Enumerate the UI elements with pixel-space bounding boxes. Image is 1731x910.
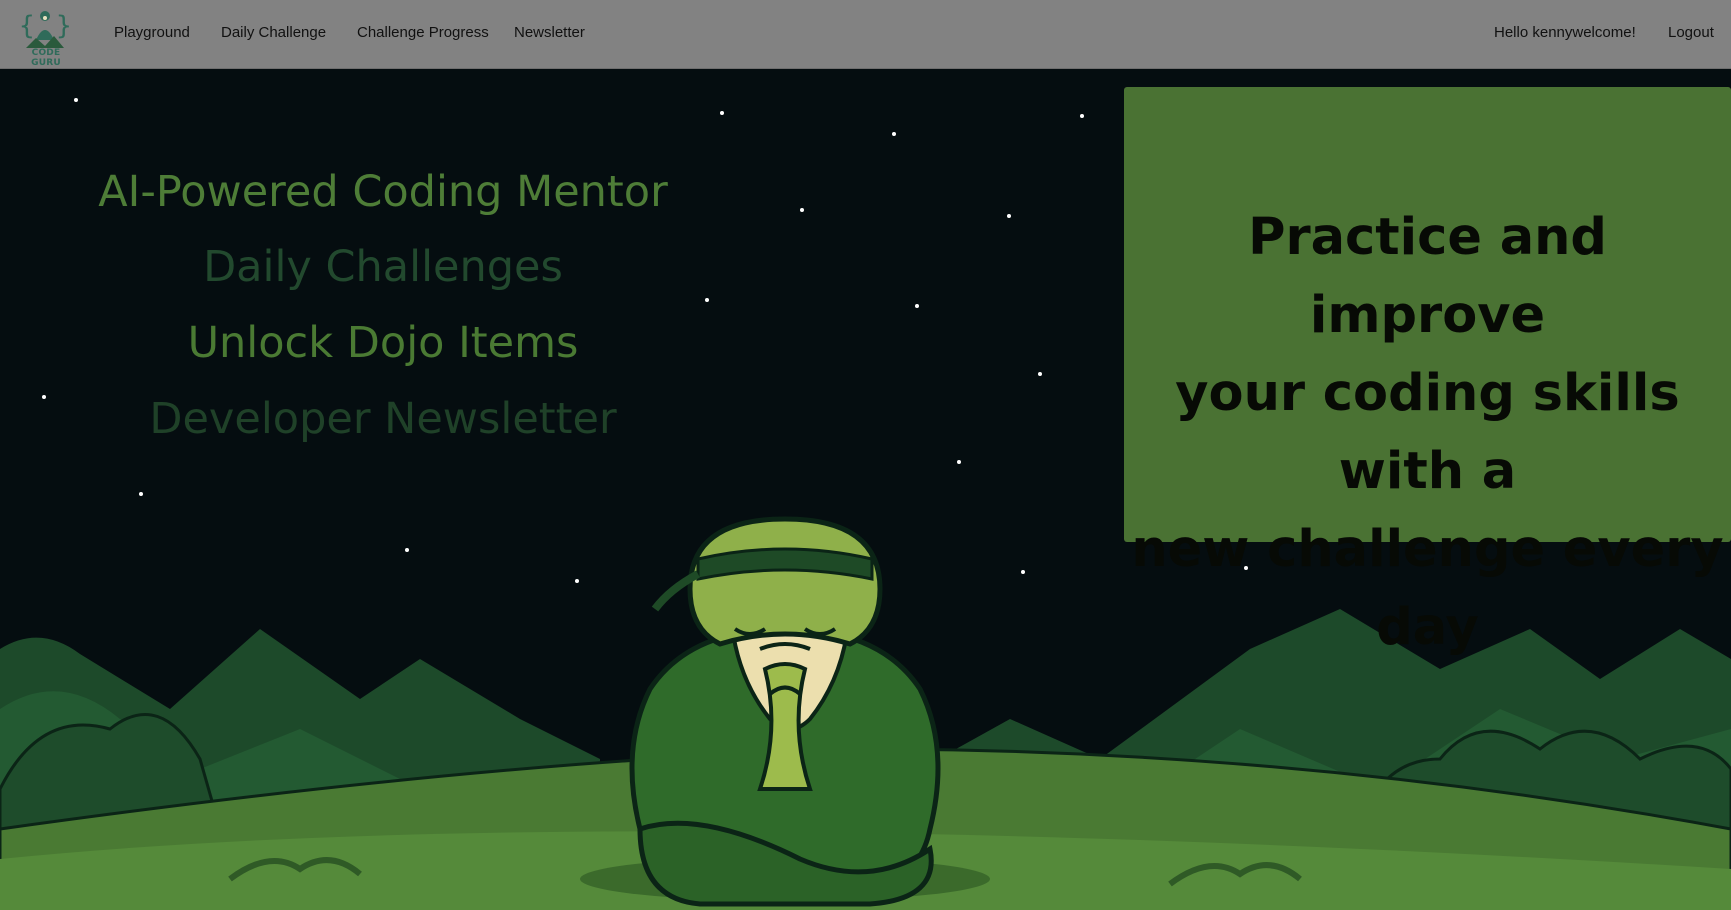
star: [705, 298, 709, 302]
hero-section: AI-Powered Coding Mentor Daily Challenge…: [0, 69, 1731, 910]
promo-line: your coding skills with a: [1175, 364, 1680, 501]
logo-text: CODE GURU: [31, 48, 61, 68]
svg-text:}: }: [56, 11, 72, 41]
svg-text:{: {: [19, 11, 35, 41]
promo-line: Practice and improve: [1248, 208, 1607, 345]
star: [575, 579, 579, 583]
star: [1007, 214, 1011, 218]
promo-text: Practice and improve your coding skills …: [1124, 199, 1731, 667]
star: [74, 98, 78, 102]
nav-link-playground[interactable]: Playground: [114, 24, 190, 41]
star: [1080, 114, 1084, 118]
star: [800, 208, 804, 212]
user-greeting: Hello kennywelcome!: [1494, 24, 1636, 41]
star: [720, 111, 724, 115]
star: [892, 132, 896, 136]
nav-link-challenge-progress[interactable]: Challenge Progress: [357, 24, 489, 41]
star: [1038, 372, 1042, 376]
star: [405, 548, 409, 552]
nav-link-newsletter[interactable]: Newsletter: [514, 24, 585, 41]
promo-card: Practice and improve your coding skills …: [1124, 87, 1731, 657]
feature-newsletter: Developer Newsletter: [149, 394, 617, 444]
feature-daily-challenges: Daily Challenges: [203, 242, 563, 292]
feature-ai-mentor: AI-Powered Coding Mentor: [98, 167, 668, 217]
logout-link[interactable]: Logout: [1668, 24, 1714, 41]
feature-dojo-items: Unlock Dojo Items: [187, 318, 579, 368]
star: [915, 304, 919, 308]
star: [1021, 570, 1025, 574]
top-navbar: { } CODE GURU Playground Daily Challenge…: [0, 0, 1731, 69]
promo-line: new challenge every day: [1131, 520, 1724, 657]
star: [957, 460, 961, 464]
nav-link-daily-challenge[interactable]: Daily Challenge: [221, 24, 326, 41]
star: [139, 492, 143, 496]
